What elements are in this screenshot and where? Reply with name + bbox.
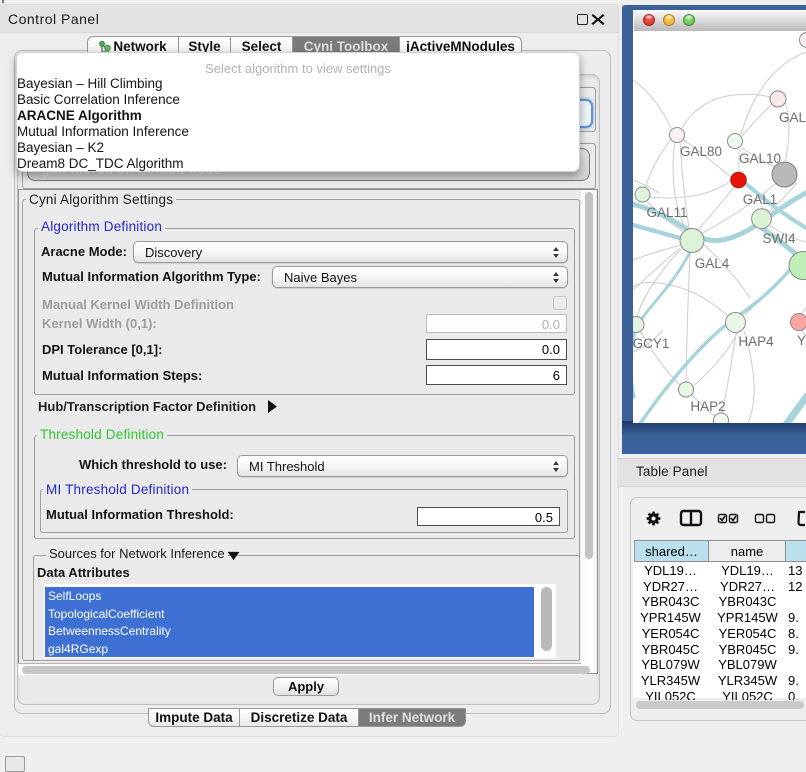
svg-text:GAL11: GAL11 xyxy=(646,205,687,220)
svg-text:YM: YM xyxy=(797,333,806,348)
svg-text:GAL10: GAL10 xyxy=(739,151,781,166)
svg-text:SWI4: SWI4 xyxy=(762,231,795,246)
svg-text:HAP2: HAP2 xyxy=(690,399,725,414)
svg-text:GAL7: GAL7 xyxy=(779,110,806,125)
svg-text:GAL1: GAL1 xyxy=(743,192,778,207)
svg-text:GCY1: GCY1 xyxy=(633,336,669,351)
svg-text:GAL4: GAL4 xyxy=(695,256,730,271)
svg-text:HAP4: HAP4 xyxy=(738,334,774,349)
svg-text:GAL80: GAL80 xyxy=(680,144,722,159)
